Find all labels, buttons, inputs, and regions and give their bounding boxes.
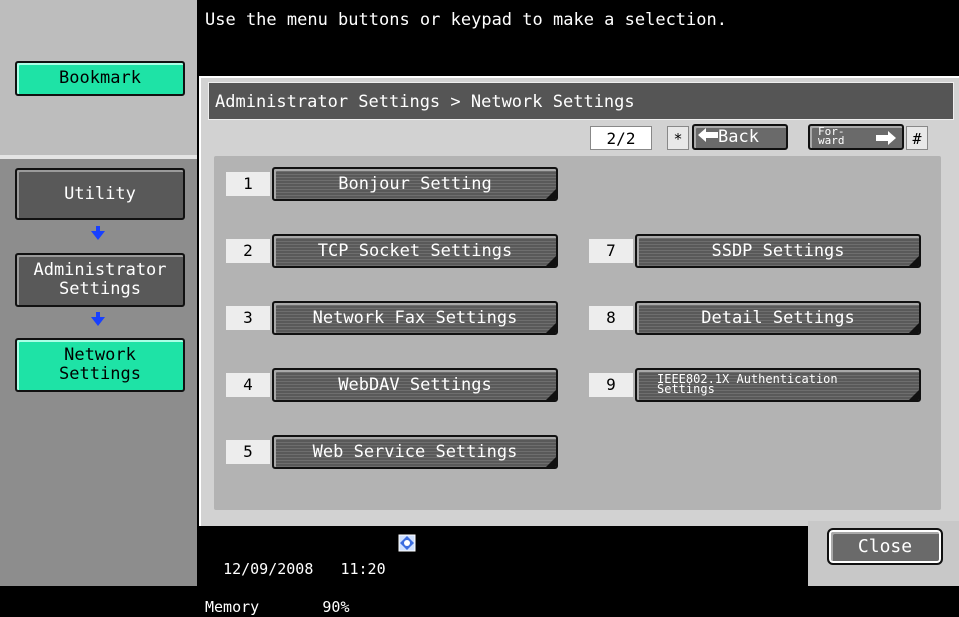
arrow-left-icon [698, 126, 718, 148]
tcp-socket-settings-button[interactable]: TCP Socket Settings [272, 234, 558, 268]
status-date: 12/09/2008 [223, 560, 314, 578]
item-number: 3 [226, 306, 270, 330]
bonjour-setting-button[interactable]: Bonjour Setting [272, 167, 558, 201]
status-time: 11:20 [340, 560, 386, 578]
button-label: WebDAV Settings [338, 375, 492, 395]
button-label: TCP Socket Settings [317, 241, 513, 261]
breadcrumb: Administrator Settings > Network Setting… [208, 82, 954, 120]
network-status-icon [398, 534, 416, 552]
back-key-hint: * [667, 126, 689, 150]
item-number: 9 [589, 373, 633, 397]
forward-button[interactable]: For- ward [808, 124, 904, 150]
instruction-text: Use the menu buttons or keypad to make a… [205, 10, 727, 30]
ssdp-settings-button[interactable]: SSDP Settings [635, 234, 921, 268]
status-bar: 12/09/2008 11:20 Memory 90% [205, 541, 386, 617]
ieee8021x-authentication-settings-button[interactable]: IEEE802.1X Authentication Settings [635, 368, 921, 402]
button-label: Web Service Settings [312, 442, 518, 462]
item-number: 5 [226, 440, 270, 464]
forward-key-hint: # [906, 126, 928, 150]
back-button[interactable]: Back [692, 124, 788, 150]
sidebar-item-administrator-settings[interactable]: Administrator Settings [15, 253, 185, 307]
detail-settings-button[interactable]: Detail Settings [635, 301, 921, 335]
button-label: Bonjour Setting [338, 174, 492, 194]
bookmark-button[interactable]: Bookmark [15, 61, 185, 96]
sidebar-item-utility[interactable]: Utility [15, 168, 185, 220]
network-fax-settings-button[interactable]: Network Fax Settings [272, 301, 558, 335]
item-number: 1 [226, 172, 270, 196]
arrow-down-icon [91, 312, 105, 326]
close-button[interactable]: Close [827, 528, 943, 565]
memory-label: Memory [205, 598, 260, 616]
sidebar-item-network-settings[interactable]: Network Settings [15, 338, 185, 392]
button-label: IEEE802.1X Authentication Settings [657, 372, 838, 396]
button-label: Network Fax Settings [312, 308, 518, 328]
back-label: Back [718, 127, 759, 147]
memory-value: 90% [322, 598, 350, 616]
web-service-settings-button[interactable]: Web Service Settings [272, 435, 558, 469]
item-number: 2 [226, 239, 270, 263]
page-indicator: 2/2 [590, 126, 652, 150]
arrow-right-icon [876, 129, 896, 151]
button-label: SSDP Settings [711, 241, 845, 261]
item-number: 4 [226, 373, 270, 397]
arrow-down-icon [91, 226, 105, 240]
forward-label: For- ward [818, 125, 845, 147]
item-number: 8 [589, 306, 633, 330]
item-number: 7 [589, 239, 633, 263]
sidebar-divider [0, 155, 197, 159]
webdav-settings-button[interactable]: WebDAV Settings [272, 368, 558, 402]
button-label: Detail Settings [701, 308, 855, 328]
